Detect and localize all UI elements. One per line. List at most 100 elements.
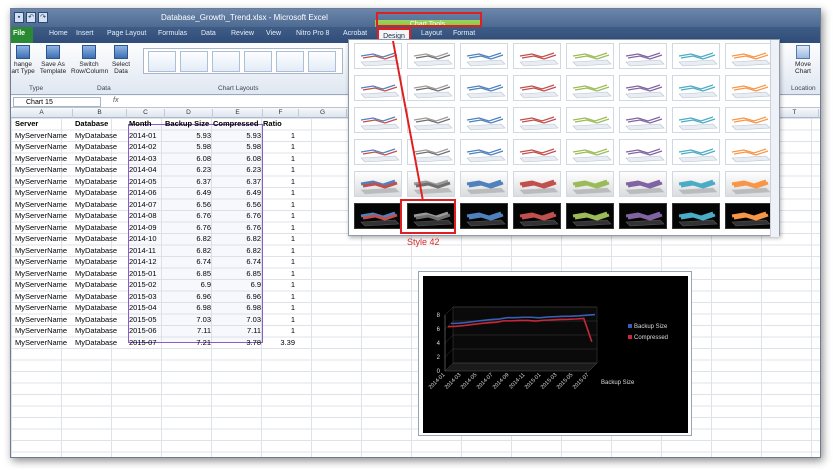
chart-style-swatch[interactable] — [354, 171, 402, 197]
cell-compressed[interactable]: 6.9 — [213, 279, 261, 290]
cell-server[interactable]: MyServerName — [15, 176, 73, 187]
chart-style-swatch[interactable] — [460, 203, 508, 229]
chart-style-swatch[interactable] — [513, 107, 561, 133]
cell-server[interactable]: MyServerName — [15, 141, 73, 152]
cell-month[interactable]: 2015-04 — [129, 302, 163, 313]
cell-compressed[interactable]: 6.49 — [213, 187, 261, 198]
tab-review[interactable]: Review — [231, 30, 254, 37]
chart-style-swatch[interactable] — [354, 139, 402, 165]
cell-server[interactable]: MyServerName — [15, 291, 73, 302]
undo-icon[interactable]: ↶ — [26, 12, 36, 23]
chart-style-swatch[interactable] — [725, 75, 773, 101]
cell-server[interactable]: MyServerName — [15, 164, 73, 175]
header-cell-backup-size[interactable]: Backup Size — [165, 118, 211, 129]
chart-style-swatch[interactable] — [672, 203, 720, 229]
move-chart-button[interactable]: Move Chart — [787, 45, 819, 75]
layout-thumb[interactable] — [244, 51, 272, 72]
cell-compressed[interactable]: 6.82 — [213, 245, 261, 256]
cell-compressed[interactable]: 6.85 — [213, 268, 261, 279]
cell-database[interactable]: MyDatabase — [75, 302, 127, 313]
tab-nitro[interactable]: Nitro Pro 8 — [296, 30, 329, 37]
chart-style-swatch[interactable] — [566, 171, 614, 197]
cell-database[interactable]: MyDatabase — [75, 279, 127, 290]
cell-ratio[interactable]: 1 — [263, 291, 295, 302]
cell-backup-size[interactable]: 7.03 — [165, 314, 211, 325]
cell-backup-size[interactable]: 6.96 — [165, 291, 211, 302]
tab-acrobat[interactable]: Acrobat — [343, 30, 367, 37]
cell-month[interactable]: 2014-06 — [129, 187, 163, 198]
header-cell-compressed[interactable]: Compressed — [213, 118, 261, 129]
chart-style-swatch[interactable] — [725, 171, 773, 197]
chart-style-swatch[interactable] — [619, 75, 667, 101]
cell-compressed[interactable]: 6.74 — [213, 256, 261, 267]
chart-style-swatch[interactable] — [672, 43, 720, 69]
cell-compressed[interactable]: 3.78 — [213, 337, 261, 348]
chart-style-swatch[interactable] — [513, 43, 561, 69]
chart-style-swatch[interactable] — [513, 139, 561, 165]
save-as-template-button[interactable]: Save As Template — [37, 45, 69, 75]
cell-ratio[interactable]: 1 — [263, 302, 295, 313]
cell-database[interactable]: MyDatabase — [75, 314, 127, 325]
cell-backup-size[interactable]: 6.49 — [165, 187, 211, 198]
cell-server[interactable]: MyServerName — [15, 245, 73, 256]
cell-ratio[interactable]: 1 — [263, 325, 295, 336]
cell-compressed[interactable]: 6.76 — [213, 210, 261, 221]
chart-style-swatch[interactable] — [566, 43, 614, 69]
chart-style-swatch[interactable] — [354, 43, 402, 69]
chart-style-swatch[interactable] — [619, 203, 667, 229]
cell-backup-size[interactable]: 6.82 — [165, 233, 211, 244]
chart-style-swatch[interactable] — [354, 75, 402, 101]
cell-database[interactable]: MyDatabase — [75, 245, 127, 256]
chart-area[interactable]: 0 2 4 6 8 2014-01 2014-03 2014-05 2014-07 2014-09… — [423, 276, 688, 433]
cell-compressed[interactable]: 6.82 — [213, 233, 261, 244]
chart-style-swatch[interactable] — [619, 107, 667, 133]
column-header-f[interactable]: F — [263, 109, 299, 118]
save-icon[interactable]: ▪ — [14, 12, 24, 23]
chart-style-swatch[interactable] — [672, 107, 720, 133]
cell-month[interactable]: 2014-07 — [129, 199, 163, 210]
cell-month[interactable]: 2014-05 — [129, 176, 163, 187]
chart-style-swatch[interactable] — [566, 107, 614, 133]
cell-backup-size[interactable]: 6.76 — [165, 210, 211, 221]
cell-backup-size[interactable]: 6.23 — [165, 164, 211, 175]
cell-month[interactable]: 2014-01 — [129, 130, 163, 141]
cell-ratio[interactable]: 1 — [263, 164, 295, 175]
cell-database[interactable]: MyDatabase — [75, 268, 127, 279]
cell-database[interactable]: MyDatabase — [75, 210, 127, 221]
cell-month[interactable]: 2015-05 — [129, 314, 163, 325]
cell-ratio[interactable]: 1 — [263, 153, 295, 164]
cell-backup-size[interactable]: 6.76 — [165, 222, 211, 233]
cell-server[interactable]: MyServerName — [15, 222, 73, 233]
cell-server[interactable]: MyServerName — [15, 153, 73, 164]
column-header-d[interactable]: D — [165, 109, 213, 118]
cell-ratio[interactable]: 1 — [263, 176, 295, 187]
cell-month[interactable]: 2015-07 — [129, 337, 163, 348]
chart-style-swatch[interactable] — [460, 139, 508, 165]
header-cell-month[interactable]: Month — [129, 118, 163, 129]
change-chart-type-button[interactable]: hange art Type — [11, 45, 39, 75]
layout-thumb[interactable] — [308, 51, 336, 72]
chart-style-swatch[interactable] — [725, 139, 773, 165]
cell-server[interactable]: MyServerName — [15, 233, 73, 244]
cell-database[interactable]: MyDatabase — [75, 256, 127, 267]
cell-database[interactable]: MyDatabase — [75, 187, 127, 198]
chart-style-swatch[interactable] — [672, 139, 720, 165]
cell-compressed[interactable]: 6.08 — [213, 153, 261, 164]
switch-row-column-button[interactable]: Switch Row/Column — [71, 45, 108, 75]
chart-style-swatch[interactable] — [566, 139, 614, 165]
cell-backup-size[interactable]: 6.08 — [165, 153, 211, 164]
layout-thumb[interactable] — [276, 51, 304, 72]
cell-backup-size[interactable]: 6.74 — [165, 256, 211, 267]
chart-object[interactable]: 0 2 4 6 8 2014-01 2014-03 2014-05 2014-07 2014-09… — [418, 271, 692, 436]
header-cell-server[interactable]: Server — [15, 118, 73, 129]
cell-database[interactable]: MyDatabase — [75, 130, 127, 141]
chart-style-swatch[interactable] — [566, 203, 614, 229]
cell-ratio[interactable]: 1 — [263, 245, 295, 256]
chart-style-swatch[interactable] — [407, 43, 455, 69]
redo-icon[interactable]: ↷ — [38, 12, 48, 23]
select-data-button[interactable]: Select Data — [109, 45, 133, 75]
cell-backup-size[interactable]: 6.56 — [165, 199, 211, 210]
cell-month[interactable]: 2014-03 — [129, 153, 163, 164]
cell-backup-size[interactable]: 6.98 — [165, 302, 211, 313]
cell-backup-size[interactable]: 7.11 — [165, 325, 211, 336]
